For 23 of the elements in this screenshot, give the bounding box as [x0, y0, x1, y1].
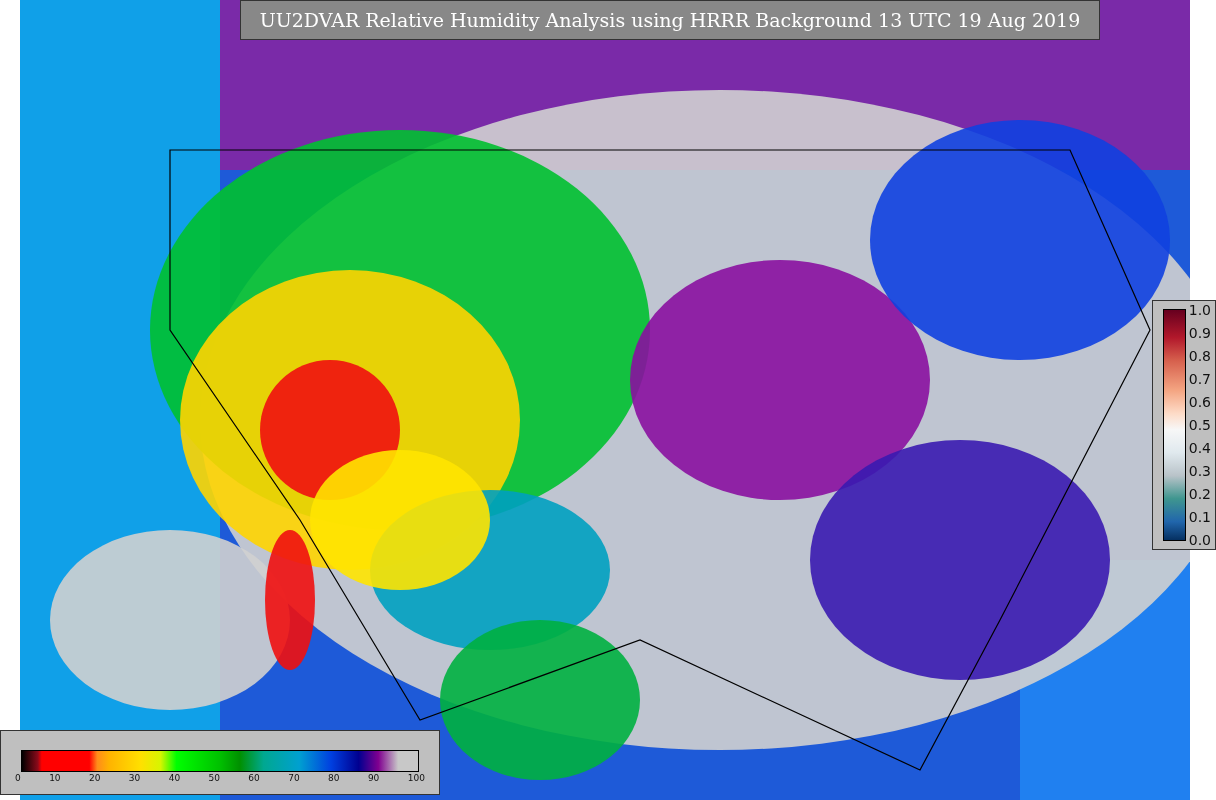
tick-label: 0.3 — [1188, 464, 1211, 478]
tick-label: 0.1 — [1188, 510, 1211, 524]
tick-label: 0.9 — [1188, 326, 1211, 340]
tick-label: 1.0 — [1188, 303, 1211, 317]
tick-label: 90 — [367, 774, 380, 783]
tick-label: 0.6 — [1188, 395, 1211, 409]
tick-label: 0.2 — [1188, 487, 1211, 501]
tick-label: 0 — [15, 774, 21, 783]
tick-label: 80 — [328, 774, 340, 783]
tick-label: 100 — [407, 774, 425, 783]
tick-label: 0.5 — [1188, 418, 1211, 432]
tick-label: 60 — [248, 774, 260, 783]
tick-label: 30 — [128, 774, 141, 783]
tick-label: 0.8 — [1188, 349, 1211, 363]
map-title: UU2DVAR Relative Humidity Analysis using HRRR Background 13 UTC 19 Aug 2019 — [240, 0, 1100, 40]
tick-label: 20 — [88, 774, 101, 783]
tick-label: 50 — [208, 774, 220, 783]
tick-label: 0.4 — [1188, 441, 1211, 455]
tick-label: 40 — [168, 774, 181, 783]
tick-label: 70 — [288, 774, 300, 783]
tick-label: 10 — [49, 774, 61, 783]
tick-label: 0.0 — [1188, 533, 1211, 547]
tick-label: 0.7 — [1188, 372, 1211, 386]
